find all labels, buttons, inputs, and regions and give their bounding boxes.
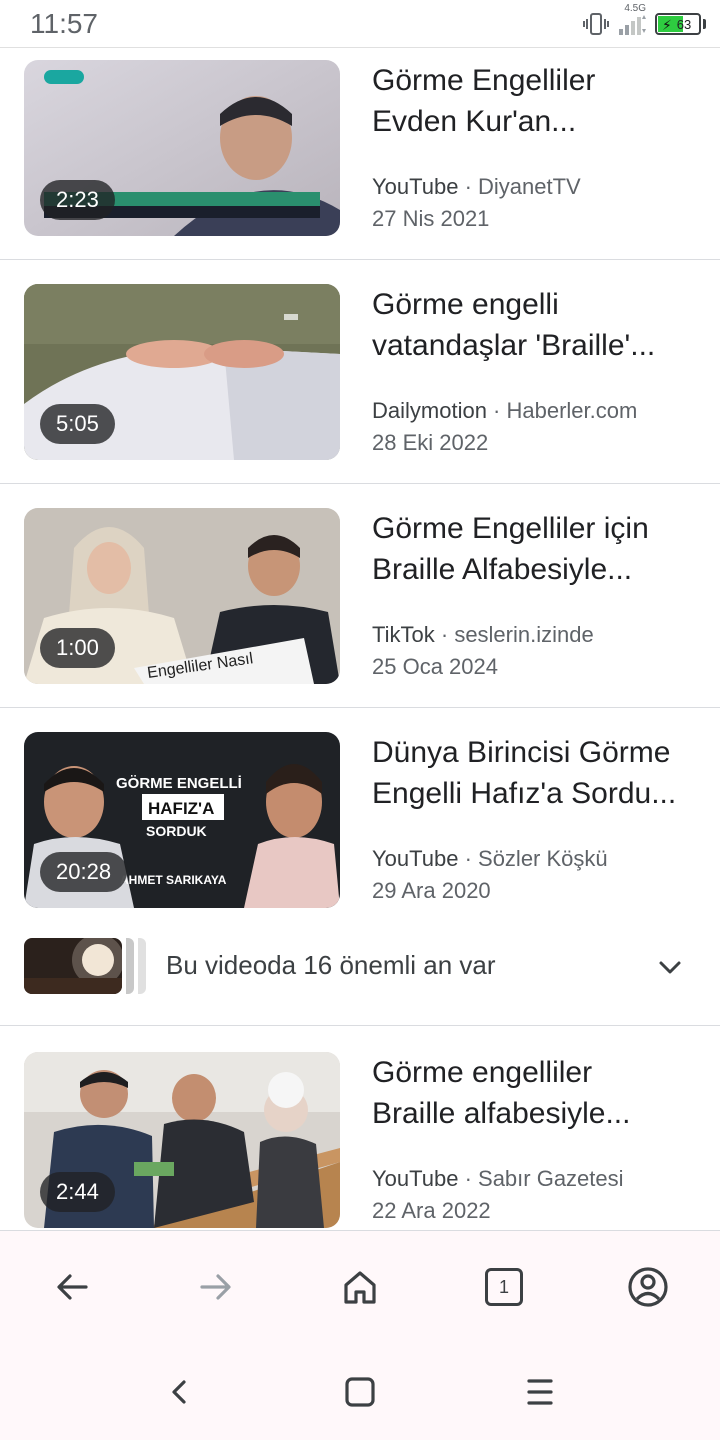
- video-thumbnail[interactable]: 5:05: [24, 284, 340, 460]
- meta-separator: ·: [486, 398, 507, 423]
- thumbnail-text: SORDUK: [146, 823, 207, 839]
- video-title-line: Görme Engelliler için: [372, 512, 649, 545]
- video-date: 25 Oca 2024: [372, 654, 498, 679]
- video-duration-badge: 1:00: [40, 628, 115, 668]
- system-navigation-bar: [0, 1342, 720, 1440]
- video-duration-badge: 2:23: [40, 180, 115, 220]
- signal-icon: [619, 15, 646, 35]
- video-date: 22 Ara 2022: [372, 1198, 491, 1223]
- battery-cap: [703, 19, 706, 29]
- video-source: YouTube: [372, 1166, 459, 1191]
- video-title[interactable]: Görme Engelliler için Braille Alfabesiyl…: [372, 508, 702, 590]
- video-duration-badge: 20:28: [40, 852, 128, 892]
- meta-separator: ·: [458, 174, 479, 199]
- video-title-line: Görme Engelliler: [372, 64, 596, 97]
- nav-home-button[interactable]: [340, 1372, 380, 1412]
- video-title-line: vatandaşlar 'Braille'...: [372, 329, 656, 362]
- chevron-down-icon[interactable]: [656, 954, 684, 982]
- status-bar: 11:57 4.5G ⚡ 63: [0, 0, 720, 48]
- video-source-line: Dailymotion · Haberler.com: [372, 398, 637, 424]
- thumbnail-text: HAFIZ'A: [148, 799, 214, 818]
- home-button[interactable]: [338, 1265, 382, 1309]
- video-title[interactable]: Görme engelli vatandaşlar 'Braille'...: [372, 284, 702, 366]
- video-channel: seslerin.izinde: [454, 622, 594, 647]
- key-moments-label: Bu videoda 16 önemli an var: [166, 950, 496, 980]
- video-result[interactable]: 5:05 Görme engelli vatandaşlar 'Braille'…: [0, 260, 720, 484]
- nav-menu-icon: [527, 1379, 553, 1405]
- account-button[interactable]: [626, 1265, 670, 1309]
- home-icon: [344, 1271, 376, 1304]
- forward-arrow-icon: [200, 1274, 231, 1300]
- video-source: YouTube: [372, 174, 459, 199]
- nav-back-button[interactable]: [160, 1372, 200, 1412]
- nav-menu-button[interactable]: [520, 1372, 560, 1412]
- video-duration-badge: 2:44: [40, 1172, 115, 1212]
- video-result[interactable]: 2:44 Görme engelliler Braille alfabesiyl…: [0, 1028, 720, 1230]
- video-source-line: YouTube · Sabır Gazetesi: [372, 1166, 624, 1192]
- video-title[interactable]: Dünya Birincisi Görme Engelli Hafız'a So…: [372, 732, 702, 814]
- video-title-line: Evden Kur'an...: [372, 105, 577, 138]
- back-arrow-icon: [57, 1274, 88, 1300]
- account-icon: [628, 1267, 668, 1307]
- key-moments-thumbnail: [24, 938, 122, 994]
- meta-separator: ·: [458, 1166, 479, 1191]
- video-source: TikTok: [372, 622, 435, 647]
- vibrate-icon: [583, 13, 609, 35]
- video-title-line: Dünya Birincisi Görme: [372, 736, 671, 769]
- video-title[interactable]: Görme Engelliler Evden Kur'an...: [372, 60, 702, 142]
- video-channel: Haberler.com: [506, 398, 638, 423]
- video-title-line: Braille Alfabesiyle...: [372, 553, 633, 586]
- video-date: 27 Nis 2021: [372, 206, 490, 231]
- video-source-line: TikTok · seslerin.izinde: [372, 622, 594, 648]
- video-title[interactable]: Görme engelliler Braille alfabesiyle...: [372, 1052, 702, 1134]
- video-thumbnail[interactable]: Engelliler Nasıl 1:00: [24, 508, 340, 684]
- video-source-line: YouTube · Sözler Köşkü: [372, 846, 608, 872]
- video-date: 28 Eki 2022: [372, 430, 489, 455]
- video-channel: Sözler Köşkü: [478, 846, 608, 871]
- browser-bottom-toolbar: 1: [0, 1230, 720, 1342]
- video-thumbnail[interactable]: 2:23: [24, 60, 340, 236]
- video-thumbnail[interactable]: GÖRME ENGELLİ HAFIZ'A SORDUK AHMET SARIK…: [24, 732, 340, 908]
- forward-button[interactable]: [194, 1265, 238, 1309]
- meta-separator: ·: [458, 846, 479, 871]
- key-moments-row[interactable]: Bu videoda 16 önemli an var: [0, 920, 720, 1026]
- video-results-list: 2:23 Görme Engelliler Evden Kur'an... Yo…: [0, 48, 720, 1230]
- thumbnail-text: AHMET SARIKAYA: [120, 873, 227, 887]
- battery-icon: ⚡ 63: [655, 13, 701, 35]
- thumbnail-text: GÖRME ENGELLİ: [116, 775, 242, 792]
- tab-switcher-icon: 1: [485, 1268, 523, 1306]
- nav-home-icon: [345, 1377, 375, 1407]
- status-icons: ⚡ 63: [583, 6, 706, 42]
- key-moments-stack: [138, 938, 146, 994]
- video-thumbnail[interactable]: 2:44: [24, 1052, 340, 1228]
- video-result[interactable]: Engelliler Nasıl 1:00 Görme Engelliler i…: [0, 484, 720, 708]
- tab-switcher-button[interactable]: 1: [482, 1265, 526, 1309]
- back-button[interactable]: [50, 1265, 94, 1309]
- meta-separator: ·: [434, 622, 455, 647]
- video-source: YouTube: [372, 846, 459, 871]
- nav-back-icon: [172, 1380, 186, 1404]
- video-result[interactable]: 2:23 Görme Engelliler Evden Kur'an... Yo…: [0, 48, 720, 260]
- video-result[interactable]: GÖRME ENGELLİ HAFIZ'A SORDUK AHMET SARIK…: [0, 708, 720, 924]
- video-channel: DiyanetTV: [478, 174, 581, 199]
- video-title-line: Braille alfabesiyle...: [372, 1097, 631, 1130]
- battery-level-text: 63: [676, 16, 692, 32]
- video-title-line: Görme engelli: [372, 288, 559, 321]
- video-source: Dailymotion: [372, 398, 487, 423]
- key-moments-stack: [126, 938, 134, 994]
- status-time: 11:57: [30, 8, 98, 39]
- video-date: 29 Ara 2020: [372, 878, 491, 903]
- video-channel: Sabır Gazetesi: [478, 1166, 624, 1191]
- video-source-line: YouTube · DiyanetTV: [372, 174, 581, 200]
- video-title-line: Engelli Hafız'a Sordu...: [372, 777, 677, 810]
- video-title-line: Görme engelliler: [372, 1056, 593, 1089]
- video-duration-badge: 5:05: [40, 404, 115, 444]
